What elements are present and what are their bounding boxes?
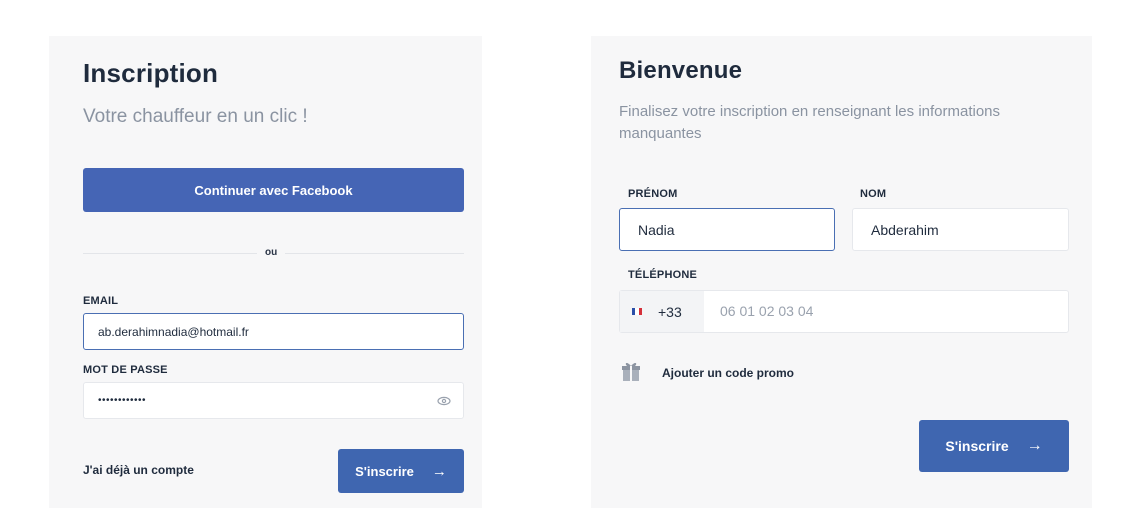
phone-field[interactable]: +33 06 01 02 03 04 (619, 290, 1069, 333)
submit-label: S'inscrire (945, 438, 1009, 454)
welcome-panel: Bienvenue Finalisez votre inscription en… (591, 36, 1092, 508)
have-account-link[interactable]: J'ai déjà un compte (83, 463, 194, 477)
welcome-subtitle: Finalisez votre inscription en renseigna… (619, 103, 1001, 142)
facebook-button-label: Continuer avec Facebook (194, 182, 353, 198)
lastname-value: Abderahim (871, 221, 939, 238)
facebook-button[interactable]: Continuer avec Facebook (83, 168, 464, 212)
phone-prefix: +33 (658, 303, 682, 320)
lastname-label: NOM (860, 188, 887, 200)
password-field[interactable]: •••••••••••• (83, 382, 464, 419)
firstname-field[interactable]: Nadia (619, 208, 835, 251)
divider-label: ou (257, 247, 286, 258)
email-label: EMAIL (83, 295, 119, 307)
firstname-label: PRÉNOM (628, 188, 678, 200)
firstname-value: Nadia (638, 221, 675, 238)
signup-panel: Inscription Votre chauffeur en un clic !… (49, 36, 482, 508)
arrow-right-icon: → (1026, 437, 1043, 454)
arrow-right-icon: → (431, 462, 447, 480)
password-value: •••••••••••• (98, 395, 147, 406)
signup-submit-button[interactable]: S'inscrire → (338, 449, 464, 493)
phone-label: TÉLÉPHONE (628, 269, 698, 281)
submit-label: S'inscrire (355, 463, 414, 479)
phone-placeholder: 06 01 02 03 04 (720, 303, 814, 319)
france-flag-icon (632, 308, 642, 315)
signup-title: Inscription (83, 58, 219, 88)
email-field[interactable]: ab.derahimnadia@hotmail.fr (83, 313, 464, 350)
welcome-title: Bienvenue (619, 57, 743, 84)
welcome-submit-button[interactable]: S'inscrire → (919, 420, 1069, 472)
country-selector[interactable]: +33 (620, 291, 704, 332)
promo-code-link[interactable]: Ajouter un code promo (662, 366, 794, 380)
password-label: MOT DE PASSE (83, 364, 168, 376)
lastname-field[interactable]: Abderahim (852, 208, 1069, 251)
eye-icon[interactable] (437, 394, 451, 406)
gift-icon (621, 360, 641, 382)
email-value: ab.derahimnadia@hotmail.fr (98, 324, 249, 339)
signup-subtitle: Votre chauffeur en un clic ! (83, 106, 308, 127)
